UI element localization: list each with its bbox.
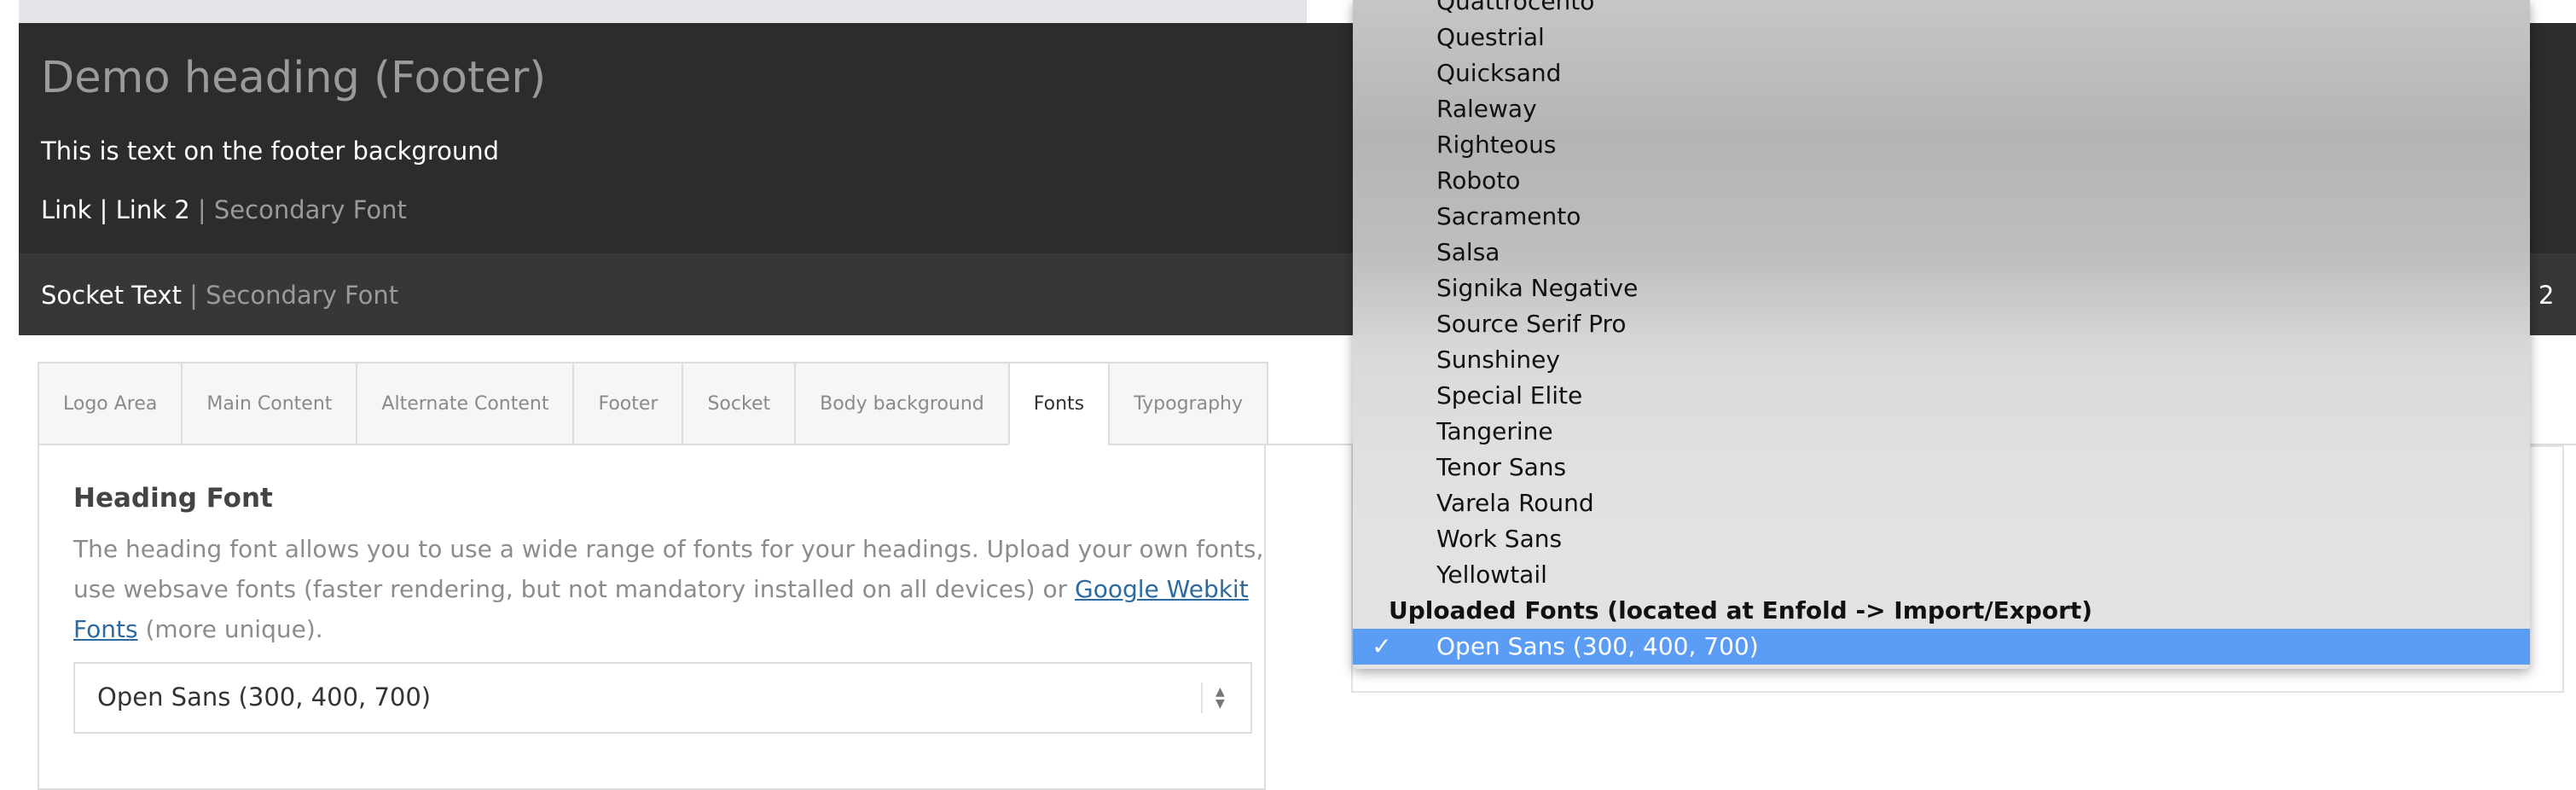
footer-demo-text: This is text on the footer background (41, 137, 500, 166)
font-option[interactable]: Tangerine (1353, 414, 2530, 450)
heading-font-desc-tail: (more unique). (137, 615, 323, 643)
font-option[interactable]: Yellowtail (1353, 557, 2530, 593)
heading-font-description: The heading font allows you to use a wid… (73, 529, 1268, 649)
footer-demo-heading: Demo heading (Footer) (41, 53, 547, 103)
footer-link-2[interactable]: Link 2 (116, 195, 190, 224)
font-option[interactable]: Sacramento (1353, 199, 2530, 235)
font-option[interactable]: Salsa (1353, 235, 2530, 270)
font-option[interactable]: Questrial (1353, 20, 2530, 55)
font-group-label: Uploaded Fonts (located at Enfold -> Imp… (1389, 596, 2093, 624)
font-option[interactable]: Varela Round (1353, 485, 2530, 521)
footer-link-separator: | (99, 195, 108, 224)
font-option[interactable]: Source Serif Pro (1353, 306, 2530, 342)
font-option[interactable]: Righteous (1353, 127, 2530, 163)
tab-socket[interactable]: Socket (682, 362, 795, 445)
tab-bar: Logo Area Main Content Alternate Content… (38, 362, 1269, 445)
font-option[interactable]: Quicksand (1353, 55, 2530, 91)
select-divider (1201, 683, 1203, 713)
select-arrows-icon: ▲ ▼ (1215, 685, 1225, 711)
socket-demo-text-row: Socket Text | Secondary Font (41, 281, 398, 310)
font-option[interactable]: Sunshiney (1353, 342, 2530, 378)
font-option[interactable]: Signika Negative (1353, 270, 2530, 306)
footer-link-1[interactable]: Link (41, 195, 91, 224)
checkmark-icon: ✓ (1372, 632, 1392, 660)
font-option[interactable]: Tenor Sans (1353, 450, 2530, 485)
tab-logo-area[interactable]: Logo Area (38, 362, 182, 445)
tab-typography[interactable]: Typography (1108, 362, 1269, 445)
tab-main-content[interactable]: Main Content (181, 362, 357, 445)
tab-footer[interactable]: Footer (572, 362, 682, 445)
top-strip (19, 0, 1305, 23)
footer-secondary-font: Secondary Font (213, 195, 407, 224)
font-option[interactable]: Roboto (1353, 163, 2530, 199)
socket-text: Socket Text (41, 281, 182, 310)
heading-font-title: Heading Font (73, 483, 273, 514)
heading-font-select-value: Open Sans (300, 400, 700) (97, 683, 432, 712)
footer-secondary-separator: | (197, 195, 206, 224)
tab-body-background[interactable]: Body background (794, 362, 1008, 445)
font-option[interactable]: Quattrocento (1353, 0, 2530, 20)
font-option-selected-label: Open Sans (300, 400, 700) (1436, 632, 1759, 660)
socket-separator: | (189, 281, 198, 310)
font-dropdown-list: Quattrocento Questrial Quicksand Raleway… (1353, 0, 2530, 665)
font-option[interactable]: Work Sans (1353, 521, 2530, 557)
footer-demo-links: Link | Link 2 | Secondary Font (41, 195, 407, 224)
font-option[interactable]: Special Elite (1353, 378, 2530, 414)
tab-fonts[interactable]: Fonts (1007, 362, 1109, 445)
socket-secondary-font: Secondary Font (206, 281, 399, 310)
font-option-selected[interactable]: ✓ Open Sans (300, 400, 700) (1353, 629, 2530, 665)
font-option[interactable]: Raleway (1353, 91, 2530, 127)
tab-alternate-content[interactable]: Alternate Content (356, 362, 573, 445)
